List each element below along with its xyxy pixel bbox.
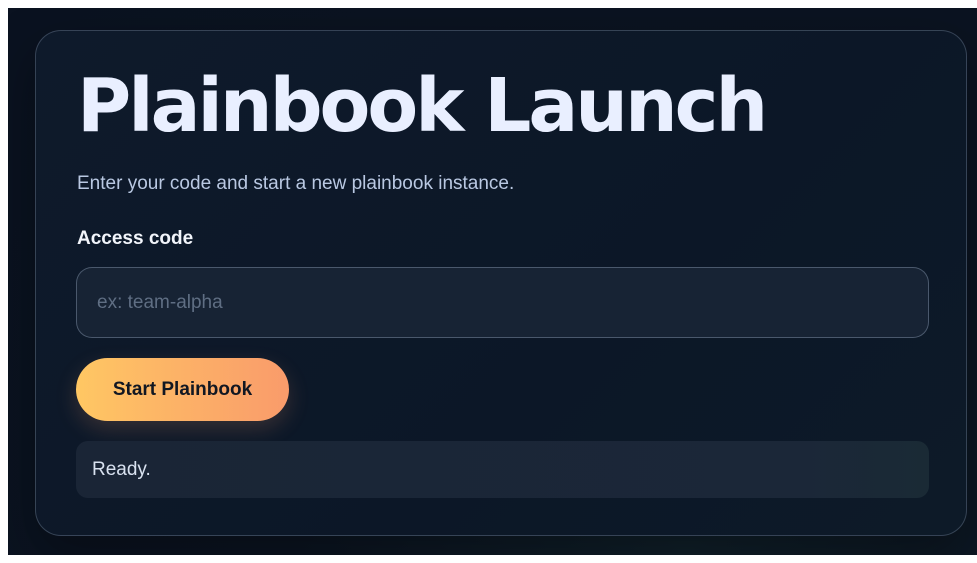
status-message: Ready.	[76, 441, 929, 498]
page-subtitle: Enter your code and start a new plainboo…	[77, 173, 515, 194]
access-code-input[interactable]	[76, 267, 929, 338]
launch-card: Plainbook Launch Enter your code and sta…	[35, 30, 967, 536]
page-title: Plainbook Launch	[77, 63, 768, 149]
start-plainbook-button[interactable]: Start Plainbook	[76, 358, 289, 421]
access-code-label: Access code	[77, 228, 194, 249]
app-viewport: Plainbook Launch Enter your code and sta…	[8, 8, 977, 555]
